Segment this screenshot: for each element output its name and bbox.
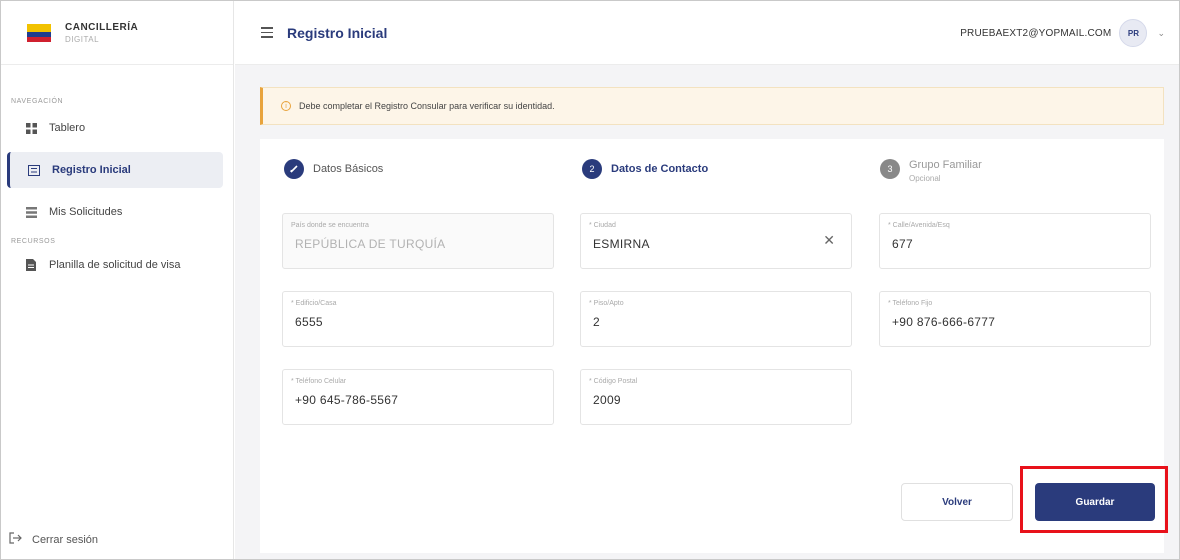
field-label: * Teléfono Fijo <box>888 300 933 307</box>
field-value[interactable]: 2 <box>593 315 600 329</box>
logout-icon <box>9 532 22 547</box>
brand[interactable]: CANCILLERÍA DIGITAL <box>1 1 233 65</box>
nav-section-label: NAVEGACIÓN <box>11 98 64 105</box>
sidebar: CANCILLERÍA DIGITAL NAVEGACIÓN Tablero R… <box>1 1 234 559</box>
menu-icon[interactable] <box>261 27 273 38</box>
ciudad-field[interactable]: * Ciudad ESMIRNA ✕ <box>580 213 852 269</box>
warning-alert: i Debe completar el Registro Consular pa… <box>260 87 1164 125</box>
field-value[interactable]: ESMIRNA <box>593 237 650 251</box>
piso-field[interactable]: * Piso/Apto 2 <box>580 291 852 347</box>
step-sublabel: Opcional <box>909 174 941 183</box>
field-value[interactable]: +90 645-786-5567 <box>295 393 398 407</box>
sidebar-item-tablero[interactable]: Tablero <box>7 110 223 146</box>
sidebar-item-label: Tablero <box>49 122 86 134</box>
step-datos-basicos[interactable]: Datos Básicos <box>284 159 383 179</box>
logout-label: Cerrar sesión <box>32 533 99 546</box>
highlight-box <box>1020 466 1168 533</box>
step-number: 3 <box>880 159 900 179</box>
codigo-postal-field[interactable]: * Código Postal 2009 <box>580 369 852 425</box>
field-label: * Ciudad <box>589 222 616 229</box>
field-label: País donde se encuentra <box>291 222 369 229</box>
page-title: Registro Inicial <box>287 24 388 41</box>
telefono-fijo-field[interactable]: * Teléfono Fijo +90 876-666-6777 <box>879 291 1151 347</box>
edificio-field[interactable]: * Edificio/Casa 6555 <box>282 291 554 347</box>
brand-subtitle: DIGITAL <box>65 34 100 44</box>
alert-text: Debe completar el Registro Consular para… <box>299 101 555 111</box>
step-label: Grupo Familiar <box>909 159 982 171</box>
pais-field: País donde se encuentra REPÚBLICA DE TUR… <box>282 213 554 269</box>
sidebar-item-label: Planilla de solicitud de visa <box>49 259 181 271</box>
field-value[interactable]: 677 <box>892 237 913 251</box>
chevron-down-icon[interactable]: ⌄ <box>1157 28 1165 39</box>
document-icon <box>24 258 38 272</box>
field-label: * Código Postal <box>589 378 638 385</box>
step-label: Datos de Contacto <box>611 163 709 175</box>
dashboard-icon <box>24 121 38 135</box>
topbar: Registro Inicial PRUEBAEXT2@YOPMAIL.COM … <box>235 1 1179 65</box>
list-icon <box>24 205 38 219</box>
resources-section-label: RECURSOS <box>11 238 56 245</box>
field-value[interactable]: 6555 <box>295 315 323 329</box>
logout-button[interactable]: Cerrar sesión <box>9 532 98 547</box>
step-number: 2 <box>582 159 602 179</box>
sidebar-item-registro-inicial[interactable]: Registro Inicial <box>7 152 223 188</box>
check-icon <box>284 159 304 179</box>
field-value[interactable]: +90 876-666-6777 <box>892 315 995 329</box>
field-label: * Calle/Avenida/Esq <box>888 222 950 229</box>
close-icon[interactable]: ✕ <box>823 232 835 249</box>
field-value: REPÚBLICA DE TURQUÍA <box>295 237 446 251</box>
field-label: * Edificio/Casa <box>291 300 337 307</box>
calle-field[interactable]: * Calle/Avenida/Esq 677 <box>879 213 1151 269</box>
step-label: Datos Básicos <box>313 163 384 175</box>
brand-name: CANCILLERÍA <box>65 21 139 33</box>
step-grupo-familiar[interactable]: 3 Grupo Familiar Opcional <box>880 159 982 183</box>
step-datos-contacto[interactable]: 2 Datos de Contacto <box>582 159 708 179</box>
field-value[interactable]: 2009 <box>593 393 621 407</box>
flag-logo-icon <box>27 22 51 44</box>
sidebar-item-planilla-visa[interactable]: Planilla de solicitud de visa <box>7 247 223 283</box>
sidebar-item-mis-solicitudes[interactable]: Mis Solicitudes <box>7 194 223 230</box>
sidebar-item-label: Mis Solicitudes <box>49 206 123 218</box>
telefono-celular-field[interactable]: * Teléfono Celular +90 645-786-5567 <box>282 369 554 425</box>
stepper: Datos Básicos 2 Datos de Contacto 3 Grup… <box>260 139 1164 199</box>
user-email: PRUEBAEXT2@YOPMAIL.COM <box>960 27 1112 39</box>
user-menu[interactable]: PRUEBAEXT2@YOPMAIL.COM PR ⌄ <box>960 19 1165 47</box>
info-icon: i <box>281 101 291 111</box>
sidebar-item-label: Registro Inicial <box>52 164 131 176</box>
avatar[interactable]: PR <box>1119 19 1148 47</box>
field-label: * Teléfono Celular <box>291 378 347 385</box>
back-button[interactable]: Volver <box>901 483 1013 521</box>
field-label: * Piso/Apto <box>589 300 624 307</box>
register-icon <box>27 163 41 177</box>
